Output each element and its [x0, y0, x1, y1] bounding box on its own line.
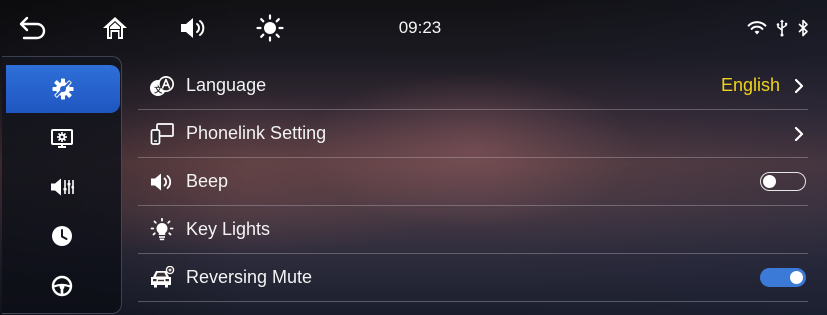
volume-icon — [181, 18, 205, 38]
chevron-right-icon — [794, 78, 804, 93]
bluetooth-icon — [798, 19, 808, 37]
key-lights-icon — [150, 217, 174, 240]
setting-control-phonelink — [792, 110, 806, 157]
steering-wheel-icon — [51, 275, 72, 297]
wifi-icon — [747, 21, 767, 35]
setting-label-reversing-mute: Reversing Mute — [186, 267, 313, 287]
setting-control-reversing-mute — [760, 254, 806, 301]
language-icon-wrap: 文 — [147, 73, 177, 99]
status-indicators — [747, 14, 809, 42]
settings-gear-icon — [52, 78, 74, 100]
speaker-icon-wrap — [147, 169, 177, 195]
settings-list: 文 Language English Phonelink Setting Bee… — [138, 62, 808, 302]
setting-row-phonelink[interactable]: Phonelink Setting — [138, 110, 808, 158]
settings-category-sidebar — [2, 56, 122, 314]
setting-label-beep: Beep — [186, 171, 229, 191]
back-icon — [19, 16, 46, 40]
language-current-value: English — [720, 75, 780, 95]
reversing-car-icon — [151, 265, 175, 287]
key-lights-icon-wrap — [147, 217, 177, 243]
language-icon: 文 — [150, 75, 174, 96]
back-button[interactable] — [16, 12, 50, 44]
sidebar-item-driving[interactable] — [2, 262, 121, 310]
setting-control-language: English — [721, 62, 806, 109]
sidebar-item-general[interactable] — [6, 65, 120, 113]
clock-icon — [51, 226, 72, 246]
sidebar-item-sound[interactable] — [2, 163, 121, 211]
display-settings-icon — [50, 129, 73, 148]
setting-row-language[interactable]: 文 Language English — [138, 62, 808, 110]
home-icon — [103, 17, 127, 39]
sidebar-item-display[interactable] — [2, 115, 121, 163]
status-bar: 09:23 — [0, 0, 827, 56]
phonelink-icon — [150, 122, 174, 145]
beep-toggle[interactable] — [760, 172, 806, 191]
reversing-mute-toggle[interactable] — [760, 268, 806, 287]
setting-label-key-lights: Key Lights — [186, 219, 271, 239]
setting-label-phonelink: Phonelink Setting — [186, 123, 327, 143]
setting-row-key-lights[interactable]: Key Lights — [138, 206, 808, 254]
setting-row-beep[interactable]: Beep — [138, 158, 808, 206]
svg-text:文: 文 — [154, 84, 163, 94]
head-unit-screen: 09:23 文 Language English Phonelink Setti… — [0, 0, 827, 315]
setting-label-language: Language — [186, 75, 267, 95]
toggle-knob — [790, 271, 803, 284]
setting-row-reversing-mute[interactable]: Reversing Mute — [138, 254, 808, 302]
speaker-icon — [151, 173, 172, 190]
setting-control-beep — [760, 158, 806, 205]
sound-equalizer-icon — [50, 178, 74, 196]
phonelink-icon-wrap — [147, 121, 177, 147]
brightness-button[interactable] — [253, 12, 287, 44]
brightness-icon — [256, 14, 284, 42]
toggle-knob — [763, 174, 776, 188]
sidebar-item-time[interactable] — [2, 212, 121, 260]
usb-icon — [776, 19, 788, 37]
home-button[interactable] — [98, 12, 132, 44]
clock-time: 09:23 — [398, 18, 442, 37]
chevron-right-icon — [794, 126, 804, 141]
volume-button[interactable] — [176, 12, 210, 44]
reversing-car-icon-wrap — [147, 265, 177, 291]
